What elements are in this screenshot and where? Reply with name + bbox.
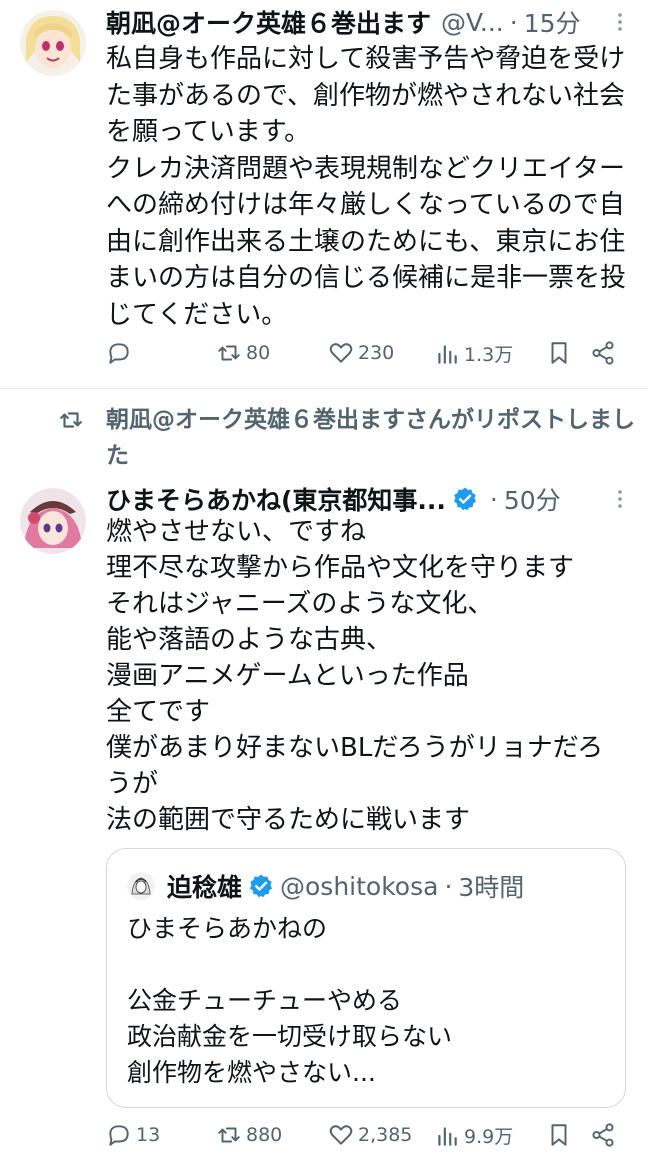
verified-badge-icon bbox=[249, 874, 273, 898]
views-button[interactable]: 1.3万 bbox=[434, 340, 513, 367]
retweet-icon bbox=[60, 412, 82, 428]
view-count: 1.3万 bbox=[464, 344, 514, 366]
quote-author-name[interactable]: 迫稔雄 bbox=[167, 868, 242, 904]
author-name[interactable]: ひまそらあかね(東京都知事... bbox=[106, 481, 446, 517]
bookmark-icon bbox=[551, 1124, 567, 1146]
share-icon bbox=[592, 1123, 614, 1147]
retweet-icon bbox=[218, 345, 240, 361]
share-button[interactable] bbox=[590, 1122, 616, 1148]
heart-icon bbox=[329, 343, 353, 363]
reply-button[interactable]: 13 bbox=[106, 1122, 160, 1148]
quote-text: ひまそらあかねの 公金チューチューやめる 政治献金を一切受け取らない 創作物を燃… bbox=[127, 914, 453, 1087]
like-count: 230 bbox=[358, 342, 395, 364]
view-count: 9.9万 bbox=[464, 1126, 514, 1148]
retweet-icon bbox=[218, 1127, 240, 1143]
retweet-button[interactable]: 880 bbox=[216, 1122, 282, 1148]
author-handle[interactable]: @V... bbox=[441, 8, 504, 37]
avatar[interactable] bbox=[20, 10, 86, 76]
quote-timestamp[interactable]: 3時間 bbox=[458, 868, 524, 904]
timestamp[interactable]: 50分 bbox=[504, 481, 561, 517]
reply-icon bbox=[109, 1125, 129, 1146]
share-button[interactable] bbox=[590, 340, 616, 366]
avatar[interactable] bbox=[20, 488, 86, 554]
avatar[interactable] bbox=[127, 872, 155, 900]
tweet-actions: 13 880 2,385 9.9万 bbox=[106, 1122, 626, 1158]
quote-author-handle[interactable]: @oshitokosa bbox=[280, 872, 438, 901]
heart-icon bbox=[329, 1125, 353, 1145]
repost-banner-text: 朝凪@オーク英雄６巻出ますさんがリポストしました bbox=[106, 407, 635, 469]
quote-header: 迫稔雄 @oshitokosa · 3時間 bbox=[127, 867, 611, 905]
reply-button[interactable] bbox=[106, 340, 136, 366]
tweet-2[interactable]: 朝凪@オーク英雄６巻出ますさんがリポストしました ひまそらあかね(東京都知事..… bbox=[0, 389, 648, 1168]
retweet-count: 80 bbox=[246, 342, 271, 364]
like-button[interactable]: 2,385 bbox=[328, 1122, 412, 1148]
timestamp[interactable]: 15分 bbox=[524, 4, 581, 40]
bookmark-icon bbox=[551, 342, 567, 364]
views-icon bbox=[438, 344, 457, 364]
quoted-tweet[interactable]: 迫稔雄 @oshitokosa · 3時間 ひまそらあかねの 公金チューチューや… bbox=[106, 848, 626, 1108]
reply-icon bbox=[109, 343, 129, 364]
tweet-header: ひまそらあかね(東京都知事... · 50分 bbox=[106, 479, 588, 519]
like-button[interactable]: 230 bbox=[328, 340, 394, 366]
views-icon bbox=[438, 1126, 457, 1146]
share-icon bbox=[592, 341, 614, 365]
tweet-header: 朝凪@オーク英雄６巻出ます @V... · 15分 bbox=[106, 2, 588, 42]
retweet-count: 880 bbox=[246, 1124, 283, 1146]
verified-badge-icon bbox=[453, 487, 476, 511]
bookmark-button[interactable] bbox=[546, 1122, 572, 1148]
views-button[interactable]: 9.9万 bbox=[434, 1122, 513, 1149]
tweet-actions: 80 230 1.3万 bbox=[106, 340, 626, 376]
tweet-1[interactable]: 朝凪@オーク英雄６巻出ます @V... · 15分 私自身も作品に対して殺害予告… bbox=[0, 0, 648, 388]
reply-count: 13 bbox=[136, 1124, 161, 1146]
separator-dot: · bbox=[509, 7, 518, 37]
separator-dot: · bbox=[489, 484, 498, 514]
bookmark-button[interactable] bbox=[546, 340, 572, 366]
tweet-text: 燃やさせない、ですね 理不尽な攻撃から作品や文化を守ります それはジャニーズのよ… bbox=[106, 517, 604, 835]
more-options-icon[interactable] bbox=[606, 8, 634, 36]
author-name[interactable]: 朝凪@オーク英雄６巻出ます bbox=[106, 4, 431, 40]
more-options-icon[interactable] bbox=[606, 485, 634, 513]
separator-dot: · bbox=[444, 871, 453, 901]
like-count: 2,385 bbox=[358, 1124, 413, 1146]
tweet-text: 私自身も作品に対して殺害予告や脅迫を受けた事があるので、創作物が燃やされない社会… bbox=[106, 44, 627, 330]
retweet-button[interactable]: 80 bbox=[216, 340, 270, 366]
